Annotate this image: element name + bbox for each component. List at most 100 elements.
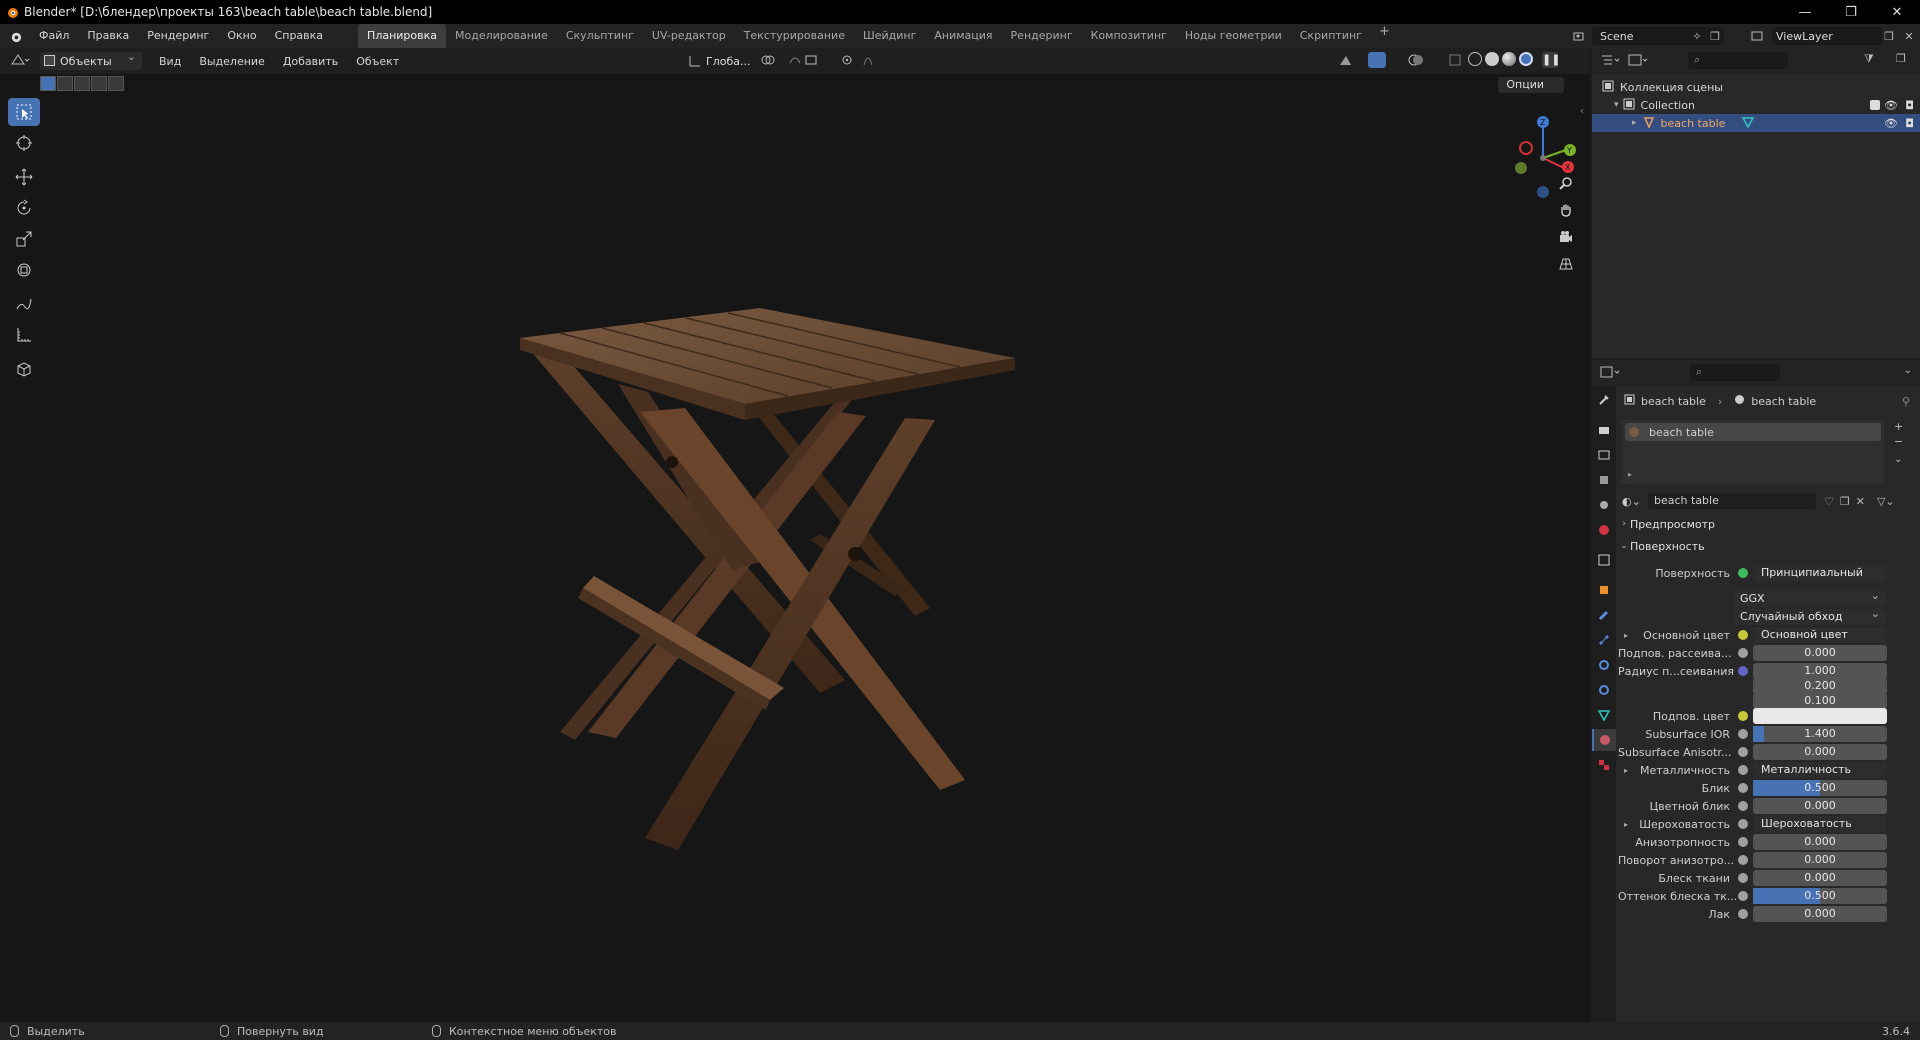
- linked-input-field[interactable]: Основной цвет: [1753, 627, 1887, 643]
- slot-specials-icon[interactable]: ⌄: [1894, 454, 1903, 465]
- slot-expand-arrow-icon[interactable]: ▸: [1628, 470, 1632, 479]
- snap-icon[interactable]: [788, 53, 828, 70]
- visibility-eye-icon[interactable]: 👁: [1884, 99, 1898, 112]
- menu-add[interactable]: Добавить: [274, 55, 347, 68]
- surface-panel-header[interactable]: ⌄ Поверхность: [1618, 536, 1918, 556]
- physics-tab-icon[interactable]: [1592, 654, 1616, 676]
- menu-file[interactable]: Файл: [30, 24, 78, 48]
- select-extend-icon[interactable]: [57, 76, 73, 91]
- input-expand-arrow-icon[interactable]: ▸: [1624, 820, 1628, 829]
- transform-tool[interactable]: [8, 256, 40, 284]
- properties-options-icon[interactable]: ⌄: [1904, 365, 1912, 376]
- menu-help[interactable]: Справка: [266, 24, 332, 48]
- new-scene-icon[interactable]: ❐: [1706, 27, 1724, 45]
- pin-icon[interactable]: ⚲: [1902, 395, 1910, 408]
- scene-icon[interactable]: [1570, 27, 1588, 45]
- render-tab-icon[interactable]: [1592, 419, 1616, 441]
- perspective-toggle-icon[interactable]: [1556, 254, 1576, 274]
- particles-tab-icon[interactable]: [1592, 629, 1616, 651]
- close-button[interactable]: ✕: [1874, 0, 1920, 24]
- render-camera-icon[interactable]: ◘: [1905, 117, 1914, 130]
- tool-tab-icon[interactable]: [1592, 389, 1616, 411]
- view-layer-selector[interactable]: ViewLayer: [1772, 27, 1882, 45]
- pivot-point-icon[interactable]: [760, 53, 782, 70]
- value-field[interactable]: 0.000: [1753, 870, 1887, 886]
- outliner-row-beach-table[interactable]: ▸ beach table 👁 ◘: [1592, 114, 1920, 132]
- data-tab-icon[interactable]: [1592, 704, 1616, 726]
- expand-arrow-icon[interactable]: ▸: [1632, 118, 1637, 128]
- fake-user-icon[interactable]: ♡: [1824, 495, 1834, 508]
- rendered-shading-icon[interactable]: [1519, 52, 1533, 66]
- tab-scripting[interactable]: Скриптинг: [1291, 24, 1371, 48]
- tab-uv-editing[interactable]: UV-редактор: [643, 24, 735, 48]
- select-invert-icon[interactable]: [91, 76, 107, 91]
- value-field[interactable]: 0.000: [1753, 744, 1887, 760]
- value-field[interactable]: 0.000: [1753, 852, 1887, 868]
- tab-geometry-nodes[interactable]: Ноды геометрии: [1176, 24, 1291, 48]
- outliner-editor-type-icon[interactable]: [1600, 53, 1622, 70]
- linked-input-field[interactable]: Шероховатость: [1753, 816, 1887, 832]
- outliner-row-scene-collection[interactable]: Коллекция сцены: [1592, 78, 1920, 96]
- browse-material-icon[interactable]: ◐⌄: [1622, 495, 1644, 508]
- menu-edit[interactable]: Правка: [78, 24, 138, 48]
- color-swatch-field[interactable]: [1753, 708, 1887, 724]
- select-box-tool[interactable]: [8, 98, 40, 126]
- value-field[interactable]: 0.000: [1753, 834, 1887, 850]
- menu-object[interactable]: Объект: [347, 55, 408, 68]
- scale-tool[interactable]: [8, 225, 40, 253]
- rotate-tool[interactable]: [8, 194, 40, 222]
- select-subtract-icon[interactable]: [74, 76, 90, 91]
- annotate-tool[interactable]: [8, 290, 40, 318]
- material-preview-icon[interactable]: [1502, 52, 1516, 66]
- toggle-sidebar-icon[interactable]: ❚❚: [1542, 52, 1560, 68]
- exclude-checkbox[interactable]: [1870, 100, 1880, 110]
- tab-texture-paint[interactable]: Текстурирование: [735, 24, 854, 48]
- pin-scene-icon[interactable]: ✧: [1688, 27, 1706, 45]
- zoom-icon[interactable]: [1556, 173, 1576, 193]
- remove-slot-button[interactable]: −: [1894, 435, 1903, 448]
- value-field[interactable]: 0.000: [1753, 645, 1887, 661]
- material-tab-icon[interactable]: [1592, 729, 1616, 751]
- tab-rendering[interactable]: Рендеринг: [1002, 24, 1082, 48]
- distribution-dropdown[interactable]: GGX: [1734, 588, 1886, 607]
- collapse-arrow-icon[interactable]: ▾: [1614, 100, 1619, 110]
- 3d-viewport[interactable]: Объекты Вид Выделение Добавить Объект Гл…: [0, 48, 1590, 1022]
- move-tool[interactable]: [8, 163, 40, 191]
- solid-shading-icon[interactable]: [1485, 52, 1499, 66]
- add-workspace-button[interactable]: +: [1371, 24, 1398, 48]
- mesh-data-icon[interactable]: [1741, 116, 1755, 131]
- wireframe-shading-icon[interactable]: [1468, 52, 1482, 66]
- select-new-icon[interactable]: [40, 76, 56, 91]
- view-layer-tab-icon[interactable]: [1592, 469, 1616, 491]
- xray-toggle-icon[interactable]: [1448, 53, 1462, 70]
- blender-menu-icon[interactable]: [0, 30, 30, 43]
- new-collection-icon[interactable]: ❐: [1896, 52, 1906, 65]
- value-field[interactable]: 0.500: [1753, 780, 1887, 796]
- new-view-layer-icon[interactable]: ❐: [1880, 27, 1898, 45]
- add-slot-button[interactable]: +: [1894, 420, 1903, 433]
- gizmo-toggle-icon[interactable]: [1368, 52, 1386, 68]
- object-tab-icon[interactable]: [1592, 579, 1616, 601]
- properties-editor-type-icon[interactable]: [1600, 365, 1622, 382]
- link-mode-icon[interactable]: ▽⌄: [1877, 495, 1895, 508]
- menu-view[interactable]: Вид: [150, 55, 190, 68]
- overlays-icon[interactable]: [1408, 53, 1430, 70]
- material-slot-item[interactable]: beach table: [1625, 423, 1881, 441]
- filter-icon[interactable]: ⧩: [1864, 52, 1874, 66]
- value-field[interactable]: 0.000: [1753, 906, 1887, 922]
- sidebar-expand-arrow-icon[interactable]: ‹: [1580, 106, 1584, 117]
- add-cube-tool[interactable]: [8, 355, 40, 383]
- measure-tool[interactable]: [8, 321, 40, 349]
- outliner-row-collection[interactable]: ▾ Collection 👁 ◘: [1592, 96, 1920, 114]
- duplicate-material-icon[interactable]: ❐: [1840, 495, 1850, 508]
- render-camera-icon[interactable]: ◘: [1905, 99, 1914, 112]
- object-mode-dropdown[interactable]: Объекты: [40, 50, 142, 70]
- input-expand-arrow-icon[interactable]: ▸: [1624, 631, 1628, 640]
- menu-window[interactable]: Окно: [218, 24, 265, 48]
- remove-view-layer-icon[interactable]: ✕: [1900, 27, 1918, 45]
- tab-modeling[interactable]: Моделирование: [446, 24, 557, 48]
- world-tab-icon[interactable]: [1592, 519, 1616, 541]
- menu-select[interactable]: Выделение: [190, 55, 274, 68]
- unlink-material-icon[interactable]: ✕: [1856, 495, 1865, 508]
- minimize-button[interactable]: —: [1782, 0, 1828, 24]
